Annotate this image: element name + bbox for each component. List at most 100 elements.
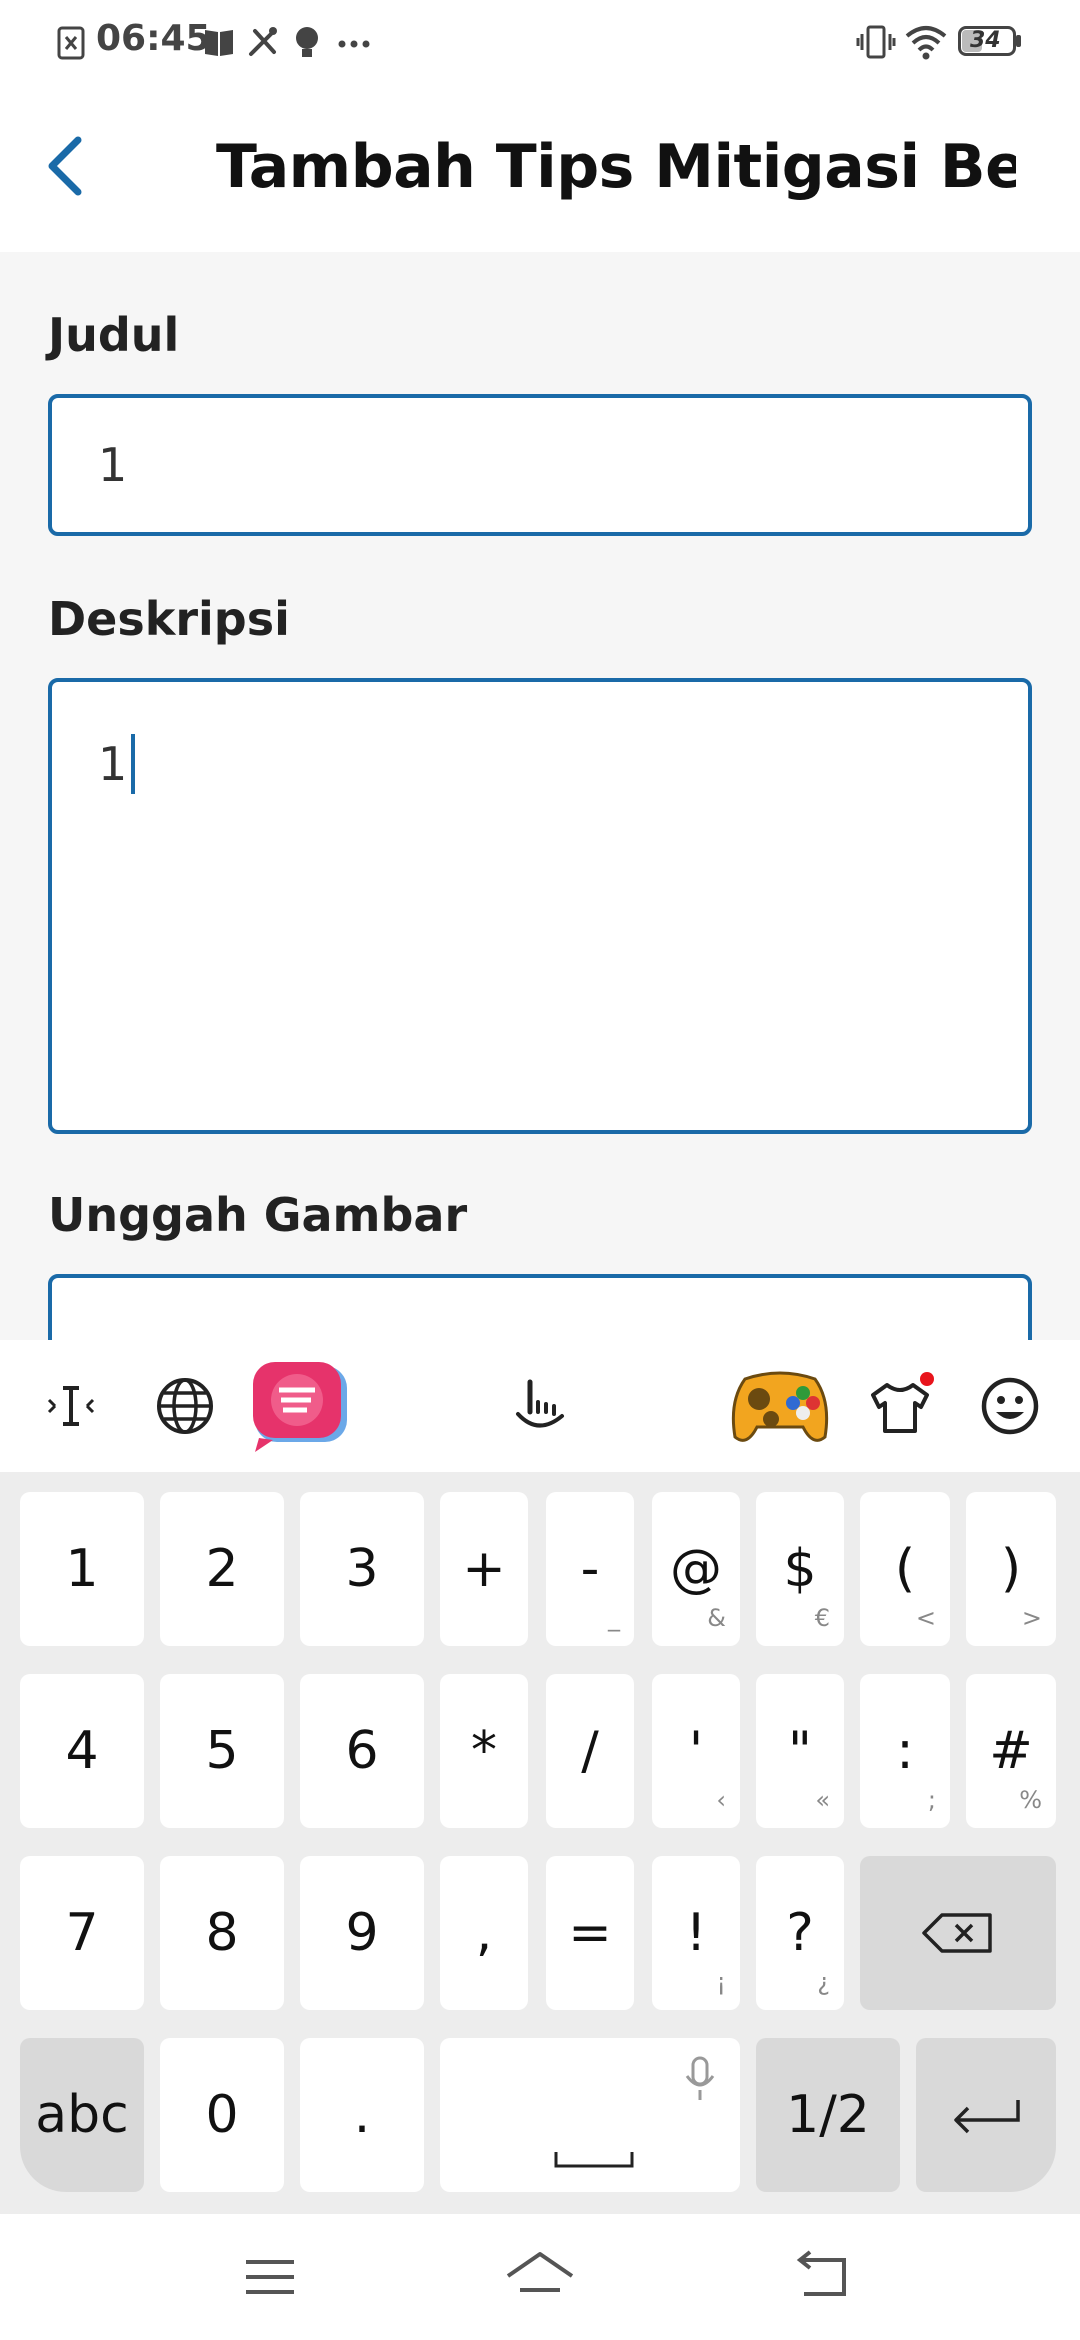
key-sublabel: ‹ [716,1786,726,1814]
text-cursor-button[interactable] [36,1340,106,1472]
key-2-6[interactable]: ? ¿ [756,1856,844,2010]
key-2-1[interactable]: 8 [160,1856,284,2010]
key-label: $ [783,1539,817,1599]
key-0-1[interactable]: 2 [160,1492,284,1646]
key-label: 3 [345,1539,379,1599]
mic-icon [685,2056,715,2100]
key-0-8[interactable]: ) > [966,1492,1056,1646]
key-2-4[interactable]: = [546,1856,634,2010]
gesture-hand-icon [516,1379,564,1428]
battery-icon: 34 [958,22,1022,62]
key-0-5[interactable]: @ & [652,1492,740,1646]
key-label: : [896,1721,914,1781]
language-button[interactable] [150,1340,220,1472]
key-0-3[interactable]: + [440,1492,528,1646]
key-label: 2 [205,1539,239,1599]
gesture-button[interactable] [500,1340,580,1472]
key-label: - [580,1539,600,1599]
key-label: = [568,1903,612,1963]
key-sublabel: & [707,1604,726,1632]
judul-input[interactable]: 1 [48,394,1032,536]
key-1-4[interactable]: / [546,1674,634,1828]
deskripsi-textarea[interactable]: 1 [48,678,1032,1134]
unggah-gambar-field[interactable] [48,1274,1032,1340]
key-1-3[interactable]: * [440,1674,528,1828]
key-dot[interactable]: . [300,2038,424,2192]
emoji-icon [981,1377,1039,1435]
judul-value: 1 [98,438,128,492]
space-key[interactable] [440,2038,740,2192]
key-label: 1/2 [786,2085,870,2145]
key-1-5[interactable]: ' ‹ [652,1674,740,1828]
status-time: 06:45 [96,18,211,59]
key-label: / [581,1721,599,1781]
back-button[interactable] [30,126,110,206]
key-label: abc [35,2085,129,2145]
key-label: 7 [65,1903,99,1963]
emoji-button[interactable] [970,1340,1050,1472]
key-label: + [462,1539,506,1599]
system-navbar [0,2214,1080,2340]
more-dots-icon [338,40,370,48]
key-1-6[interactable]: " « [756,1674,844,1828]
back-nav-icon [796,2250,846,2296]
text-cursor-icon [47,1386,95,1426]
book-icon [205,30,233,56]
vibrate-icon [856,25,896,59]
keyboard-toolbar [0,1340,1080,1472]
status-bar: 06:45 34 [0,0,1080,84]
game-button[interactable] [724,1340,836,1472]
judul-label: Judul [48,308,180,362]
unggah-gambar-label: Unggah Gambar [48,1188,468,1242]
deskripsi-value: 1 [98,737,128,791]
key-sublabel: > [1021,1604,1042,1632]
key-label: , [475,1903,493,1963]
key-2-0[interactable]: 7 [20,1856,144,2010]
sticker-app-button[interactable] [244,1340,356,1472]
deskripsi-label: Deskripsi [48,592,290,646]
key-label: # [989,1721,1033,1781]
key-2-2[interactable]: 9 [300,1856,424,2010]
key-0-0[interactable]: 1 [20,1492,144,1646]
enter-key[interactable] [916,2038,1056,2192]
enter-icon [954,2100,1020,2134]
key-2-5[interactable]: ! ¡ [652,1856,740,2010]
bulb-icon [296,27,318,57]
key-label: 0 [205,2085,239,2145]
battery-level: 34 [970,28,1001,53]
key-sublabel: < [915,1604,936,1632]
abc-key[interactable]: abc [20,2038,144,2192]
key-1-7[interactable]: :; [860,1674,950,1828]
theme-shirt-icon [871,1372,934,1433]
key-label: " [788,1721,812,1781]
key-0-6[interactable]: $ € [756,1492,844,1646]
key-label: 6 [345,1721,379,1781]
tools-icon [249,27,277,56]
key-label: 5 [205,1721,239,1781]
key-label: ! [685,1903,707,1963]
key-1-8[interactable]: #% [966,1674,1056,1828]
page-title: Tambah Tips Mitigasi Be... [216,132,1016,202]
key-1-0[interactable]: 4 [20,1674,144,1828]
key-label: 4 [65,1721,99,1781]
back-nav-button[interactable] [784,2240,864,2314]
theme-button[interactable] [858,1340,942,1472]
key-1-1[interactable]: 5 [160,1674,284,1828]
key-0-7[interactable]: (< [860,1492,950,1646]
key-sublabel: € [814,1604,830,1632]
menu-icon [246,2260,294,2294]
key-sublabel: ¿ [817,1968,830,1996]
key-2-3[interactable]: , [440,1856,528,2010]
key-sublabel: « [815,1786,830,1814]
form-area: Judul 1 Deskripsi 1 Unggah Gambar [0,252,1080,1340]
key-0[interactable]: 0 [160,2038,284,2192]
key-0-2[interactable]: 3 [300,1492,424,1646]
key-label: 1 [65,1539,99,1599]
menu-button[interactable] [230,2240,310,2314]
key-1-2[interactable]: 6 [300,1674,424,1828]
page-toggle-key[interactable]: 1/2 [756,2038,900,2192]
backspace-key[interactable] [860,1856,1056,2010]
home-button[interactable] [500,2240,580,2314]
key-0-4[interactable]: - _ [546,1492,634,1646]
backspace-icon [922,1913,992,1953]
